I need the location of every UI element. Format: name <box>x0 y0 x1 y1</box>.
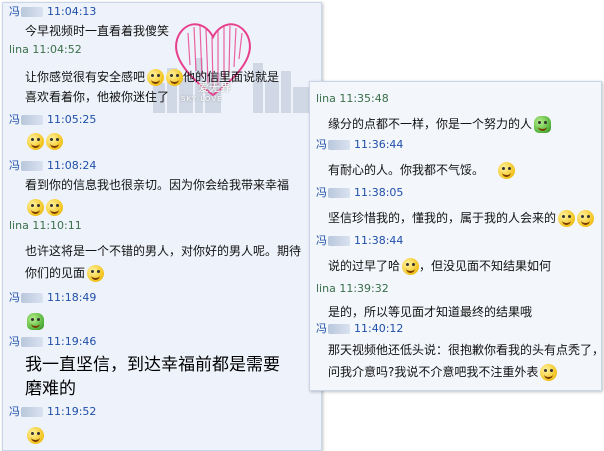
message-header: 冯 11:04:13 <box>9 5 321 19</box>
redacted-name <box>21 7 43 17</box>
redacted-name <box>328 236 350 246</box>
sender-name: 冯 <box>9 159 20 172</box>
message-text: 坚信珍惜我的，懂我的，属于我的人会来的 <box>328 211 557 225</box>
timestamp: 11:05:25 <box>47 113 97 126</box>
redacted-name <box>328 140 350 150</box>
sender-name: 冯 <box>9 335 20 348</box>
message-text: 喜欢看着你，他被你迷住了 <box>25 90 170 104</box>
message-header: 冯 11:38:05 <box>316 186 601 200</box>
message-text-large: 我一直坚信，到达幸福前都是需要 <box>25 355 280 375</box>
sender-name: 冯 <box>9 5 20 18</box>
green-character-emoji-icon <box>27 313 44 330</box>
message-text: 有耐心的人。你我都不气馁。 <box>328 163 485 177</box>
sender-name: lina <box>9 219 29 232</box>
redacted-name <box>21 161 43 171</box>
timestamp: 11:19:52 <box>47 405 97 418</box>
message-header: lina 11:10:11 <box>9 219 321 233</box>
timestamp: 11:18:49 <box>47 291 97 304</box>
message-header: 冯 11:38:44 <box>316 234 601 248</box>
emoji-row <box>25 197 321 216</box>
timestamp: 11:35:48 <box>339 92 389 105</box>
message-text: 他的信里面说就是 <box>183 70 280 84</box>
sender-name: 冯 <box>9 405 20 418</box>
sender-name: 冯 <box>316 138 327 151</box>
timestamp: 11:08:24 <box>47 159 97 172</box>
timestamp: 11:10:11 <box>32 219 82 232</box>
message-line: 有耐心的人。你我都不气馁。 <box>328 162 601 179</box>
message-header: 冯 11:19:52 <box>9 405 321 419</box>
message-text: 也许这将是一个不错的男人，对你好的男人呢。期待 <box>25 244 302 258</box>
message-text: 看到你的信息我也很亲切。因为你会给我带来幸福 <box>25 178 290 192</box>
sender-name: 冯 <box>316 322 327 335</box>
timestamp: 11:38:05 <box>354 186 404 199</box>
message-text: 缘分的点都不一样，你是一个努力的人 <box>328 117 533 131</box>
sender-name: lina <box>9 43 29 56</box>
timestamp: 11:19:46 <box>47 335 97 348</box>
message-line: 缘分的点都不一样，你是一个努力的人 <box>328 116 601 133</box>
message-text: 说的过早了哈 <box>328 259 401 273</box>
timestamp: 11:39:32 <box>339 282 389 295</box>
sender-name: 冯 <box>316 234 327 247</box>
wink-emoji-icon <box>46 199 63 216</box>
message-line: 你们的见面 <box>25 265 321 282</box>
grin-emoji-icon <box>558 210 576 227</box>
smile-emoji-icon <box>87 265 105 282</box>
redacted-name <box>21 293 43 303</box>
message-line: 问我介意吗?我说不介意吧我不注重外表 <box>328 364 601 381</box>
redacted-name <box>21 407 43 417</box>
message-text: 让你感觉很有安全感吧 <box>25 70 146 84</box>
message-header: lina 11:35:48 <box>316 92 601 106</box>
timestamp: 11:04:52 <box>32 43 82 56</box>
message-text-large: 磨难的 <box>25 379 76 399</box>
sender-name: 冯 <box>316 186 327 199</box>
chat-log-left: 爱无界 SKY LOVE 冯 11:04:13 今早视频时一直看着我傻笑 lina… <box>2 2 322 451</box>
timestamp: 11:36:44 <box>354 138 404 151</box>
grin-emoji-icon <box>498 162 516 179</box>
emoji-row <box>25 131 321 150</box>
message-line: 让你感觉很有安全感吧 他的信里面说就是 <box>25 69 321 86</box>
redacted-name <box>328 188 350 198</box>
message-text: ，但没见面不知结果如何 <box>419 259 552 273</box>
message-line: 坚信珍惜我的，懂我的，属于我的人会来的 <box>328 210 601 227</box>
message-header: lina 11:39:32 <box>316 282 601 296</box>
green-character-emoji-icon <box>534 116 552 133</box>
redacted-name <box>21 337 43 347</box>
thinking-emoji-icon <box>166 69 184 86</box>
message-text: 问我介意吗?我说不介意吧我不注重外表 <box>328 365 539 379</box>
thinking-emoji-icon <box>147 69 165 86</box>
timestamp: 11:38:44 <box>354 234 404 247</box>
timestamp: 11:40:12 <box>354 322 404 335</box>
sender-name: lina <box>316 92 336 105</box>
chat-log-right: lina 11:35:48 缘分的点都不一样，你是一个努力的人 冯 11:36:4… <box>309 81 602 391</box>
message-text: 那天视频他还低头说：很抱歉你看我的头有点秃了， <box>328 343 602 357</box>
message-header: 冯 11:36:44 <box>316 138 601 152</box>
sender-name: lina <box>316 282 336 295</box>
message-header: 冯 11:19:46 <box>9 335 321 349</box>
message-header: lina 11:04:52 <box>9 43 321 57</box>
thinking-emoji-icon <box>46 133 63 150</box>
thinking-emoji-icon <box>27 133 44 150</box>
redacted-name <box>328 324 350 334</box>
sweat-emoji-icon <box>540 364 558 381</box>
message-header: 冯 11:40:12 <box>316 322 601 336</box>
timestamp: 11:04:13 <box>47 5 97 18</box>
emoji-row <box>25 311 321 330</box>
thinking-emoji-icon <box>577 210 595 227</box>
redacted-name <box>21 115 43 125</box>
grin-emoji-icon <box>27 199 44 216</box>
message-text: 是的，所以等见面才知道最终的结果哦 <box>328 305 533 319</box>
message-line: 说的过早了哈 ，但没见面不知结果如何 <box>328 258 601 275</box>
blush-emoji-icon <box>402 258 420 275</box>
message-text: 今早视频时一直看着我傻笑 <box>25 24 170 38</box>
message-header: 冯 11:05:25 <box>9 113 321 127</box>
emoji-row <box>25 425 321 444</box>
sender-name: 冯 <box>9 113 20 126</box>
message-text: 你们的见面 <box>25 266 86 280</box>
message-header: 冯 11:08:24 <box>9 159 321 173</box>
message-header: 冯 11:18:49 <box>9 291 321 305</box>
grin-emoji-icon <box>27 427 44 444</box>
sender-name: 冯 <box>9 291 20 304</box>
